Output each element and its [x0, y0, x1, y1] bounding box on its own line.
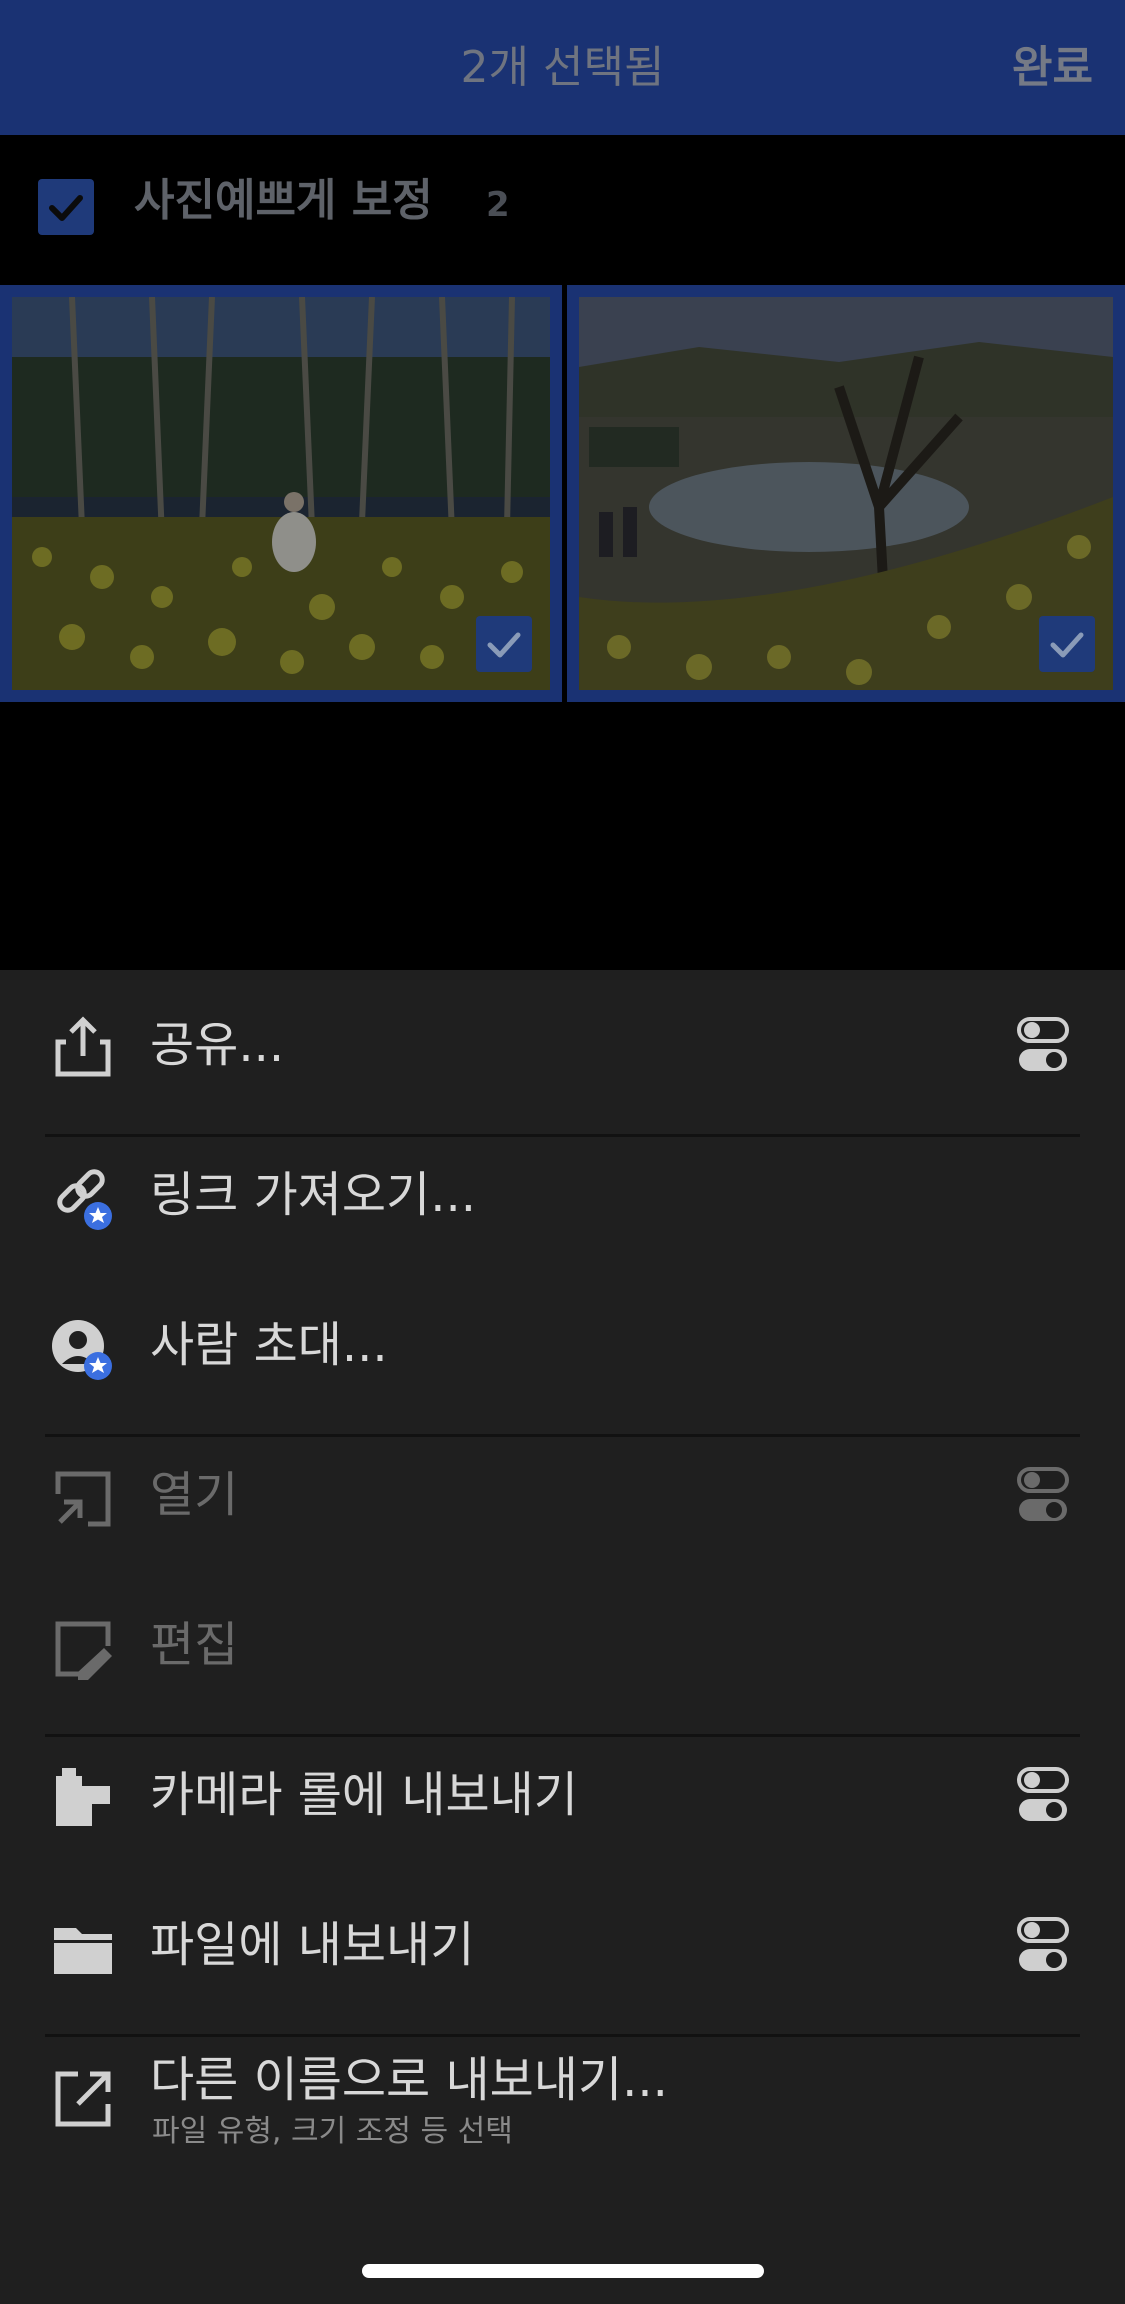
album-select-checkbox[interactable]	[38, 179, 94, 235]
photo-pond-park	[579, 297, 1113, 690]
photo-daffodil-forest	[12, 297, 550, 690]
menu-item-sublabel: 파일 유형, 크기 조정 등 선택	[152, 2114, 513, 2149]
checkmark-icon	[49, 195, 83, 221]
menu-item-label: 열기	[150, 1467, 239, 1523]
menu-item-open[interactable]: 열기	[0, 1420, 1125, 1570]
settings-toggle-icon[interactable]	[1017, 1016, 1069, 1074]
menu-item-export-as[interactable]: 다른 이름으로 내보내기... 파일 유형, 크기 조정 등 선택	[0, 2020, 1125, 2180]
home-indicator	[362, 2264, 764, 2278]
export-icon	[55, 2071, 111, 2127]
edit-icon	[55, 1621, 112, 1680]
open-icon	[55, 1471, 111, 1527]
menu-item-export-camera-roll[interactable]: 카메라 롤에 내보내기	[0, 1720, 1125, 1870]
link-icon	[57, 1169, 112, 1230]
folder-icon	[54, 1928, 112, 1974]
screen: 2개 선택됨 완료 사진예쁘게 보정 2 공유... 링크 가져오기... 사람…	[0, 0, 1125, 2304]
menu-item-invite-people[interactable]: 사람 초대...	[0, 1270, 1125, 1420]
top-bar: 2개 선택됨 완료	[0, 0, 1125, 135]
album-header: 사진예쁘게 보정 2	[0, 135, 1125, 285]
menu-item-label: 파일에 내보내기	[150, 1917, 475, 1973]
done-button[interactable]: 완료	[1012, 0, 1093, 135]
menu-item-label: 사람 초대...	[150, 1317, 388, 1373]
photo-1-selected-checkbox[interactable]	[476, 616, 532, 672]
album-photo-count: 2	[486, 185, 510, 225]
menu-item-export-files[interactable]: 파일에 내보내기	[0, 1870, 1125, 2020]
camera-roll-icon	[56, 1768, 110, 1826]
album-name: 사진예쁘게 보정	[134, 175, 433, 226]
menu-item-label: 다른 이름으로 내보내기...	[150, 2052, 668, 2108]
menu-item-edit[interactable]: 편집	[0, 1570, 1125, 1720]
menu-item-get-link[interactable]: 링크 가져오기...	[0, 1120, 1125, 1270]
menu-item-label: 카메라 롤에 내보내기	[150, 1767, 578, 1823]
checkmark-icon	[487, 632, 521, 658]
checkmark-icon	[1050, 632, 1084, 658]
photo-2-selected-checkbox[interactable]	[1039, 616, 1095, 672]
selection-count-title: 2개 선택됨	[460, 42, 665, 93]
settings-toggle-icon[interactable]	[1017, 1916, 1069, 1974]
share-icon	[55, 1016, 111, 1077]
menu-item-label: 편집	[150, 1617, 239, 1673]
photo-thumbnail-2[interactable]	[567, 285, 1125, 702]
menu-item-label: 공유...	[150, 1017, 285, 1073]
action-sheet: 공유... 링크 가져오기... 사람 초대... 열기 편집 카메라 롤에 내…	[0, 970, 1125, 2304]
person-icon	[52, 1320, 112, 1380]
menu-item-label: 링크 가져오기...	[150, 1167, 476, 1223]
settings-toggle-icon[interactable]	[1017, 1466, 1069, 1524]
menu-item-share[interactable]: 공유...	[0, 970, 1125, 1120]
photo-thumbnail-1[interactable]	[0, 285, 562, 702]
settings-toggle-icon[interactable]	[1017, 1766, 1069, 1824]
